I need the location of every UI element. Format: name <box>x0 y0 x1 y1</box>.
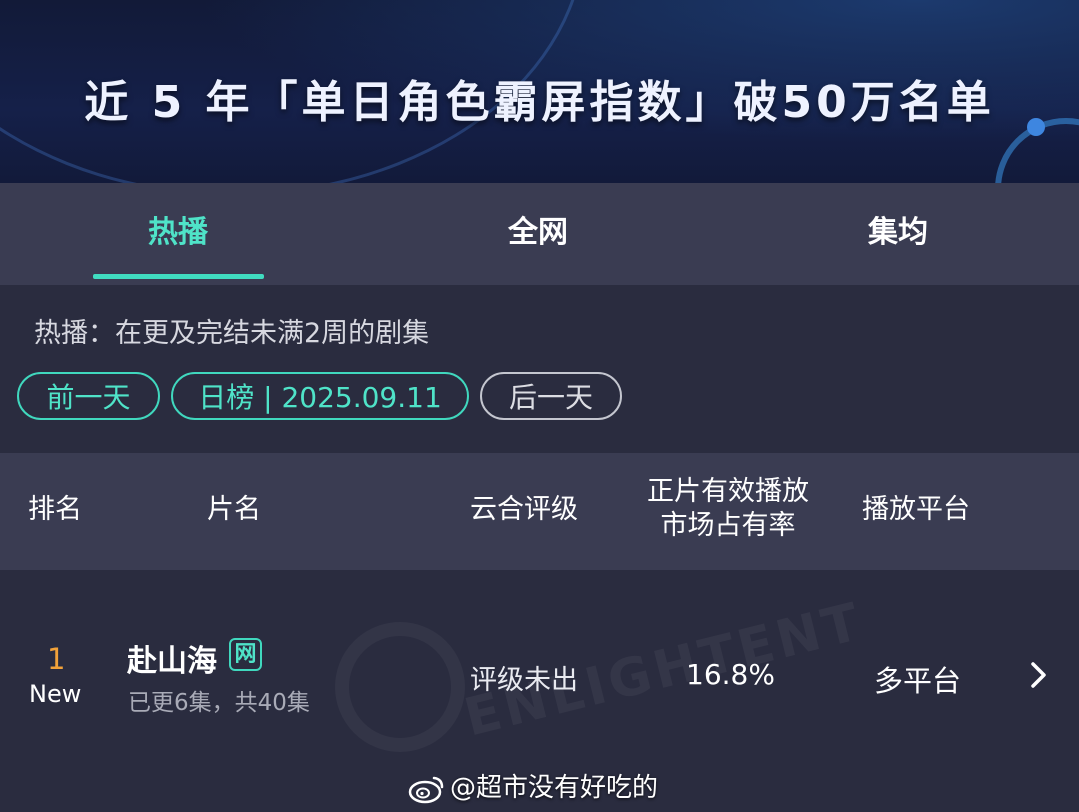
grade-value: 评级未出 <box>470 665 578 696</box>
tab-per-episode[interactable]: 集均 <box>808 213 988 253</box>
table-header: 排名 片名 云合评级 正片有效播放 市场占有率 播放平台 <box>0 453 1079 570</box>
banner: 近 5 年「单日角色霸屏指数」破50万名单 <box>0 0 1079 183</box>
tab-bar: 热播 全网 集均 <box>0 183 1079 285</box>
rank-number: 1 <box>47 642 66 676</box>
episode-count: 已更6集，共40集 <box>128 690 310 716</box>
tab-hot[interactable]: 热播 <box>88 213 268 253</box>
prev-day-button[interactable]: 前一天 <box>17 372 160 420</box>
header-title: 片名 <box>207 494 261 525</box>
header-rank: 排名 <box>28 494 82 525</box>
header-platform: 播放平台 <box>862 494 970 525</box>
filter-section: 热播：在更及完结未满2周的剧集 前一天 日榜 | 2025.09.11 后一天 <box>0 285 1079 453</box>
date-selector-button[interactable]: 日榜 | 2025.09.11 <box>171 372 469 420</box>
market-share-value: 16.8% <box>686 658 775 691</box>
header-market-share: 正片有效播放 市场占有率 <box>647 476 809 541</box>
filter-description: 热播：在更及完结未满2周的剧集 <box>34 318 430 349</box>
credit-text: @超市没有好吃的 <box>450 773 659 803</box>
rank-new-tag: New <box>29 680 82 708</box>
show-title: 赴山海 <box>127 644 217 679</box>
tab-all-network[interactable]: 全网 <box>448 213 628 253</box>
active-tab-indicator <box>93 274 264 279</box>
watermark-logo <box>335 622 465 752</box>
chevron-right-icon[interactable] <box>1024 660 1052 690</box>
platform-value: 多平台 <box>874 664 962 698</box>
header-grade: 云合评级 <box>470 494 578 525</box>
network-badge: 网 <box>229 638 262 671</box>
banner-title: 近 5 年「单日角色霸屏指数」破50万名单 <box>84 77 995 128</box>
next-day-button[interactable]: 后一天 <box>480 372 622 420</box>
weibo-icon <box>408 776 444 803</box>
credit-watermark: @超市没有好吃的 <box>408 771 658 805</box>
